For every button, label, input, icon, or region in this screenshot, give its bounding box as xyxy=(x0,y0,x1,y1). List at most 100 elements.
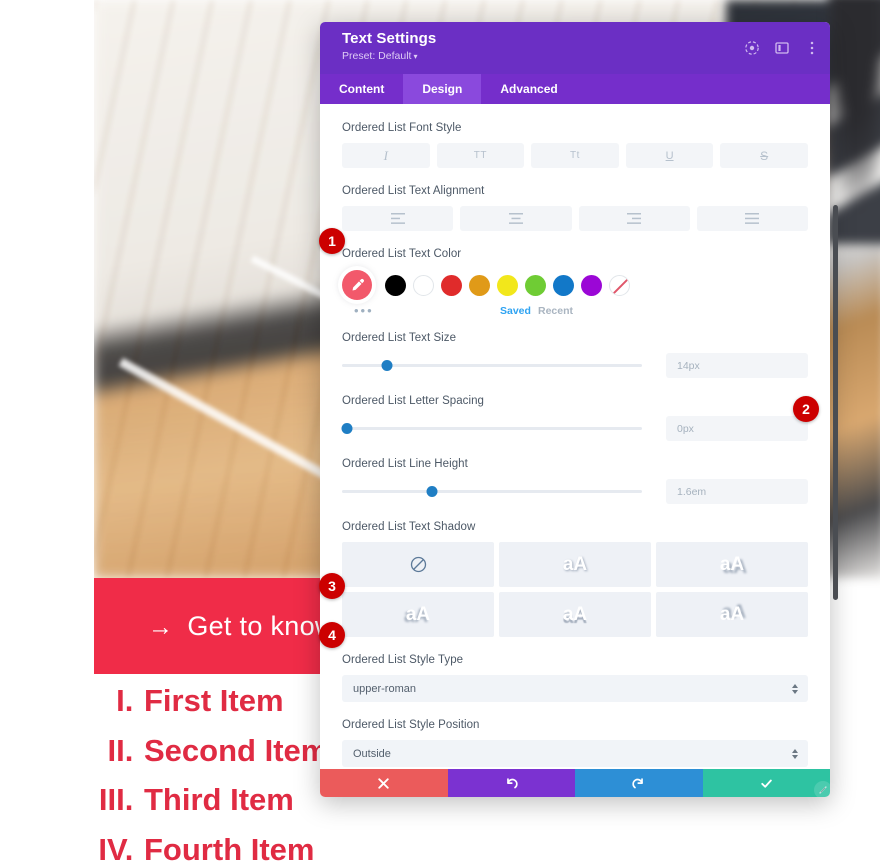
letter-spacing-input[interactable]: 0px xyxy=(666,416,808,441)
step-badge-3: 3 xyxy=(319,573,345,599)
uppercase-button[interactable]: TT xyxy=(436,143,525,168)
select-arrows-icon xyxy=(792,748,798,759)
capitalize-button[interactable]: Tt xyxy=(531,143,619,168)
field-label: Ordered List Style Position xyxy=(342,719,480,731)
responsive-preview-icon[interactable] xyxy=(744,40,760,56)
field-letter-spacing: Ordered List Letter Spacing 0px xyxy=(341,395,808,441)
checkmark-icon xyxy=(761,779,772,788)
slider-thumb[interactable] xyxy=(426,486,438,497)
redo-icon xyxy=(632,777,644,788)
color-subrow: ••• Saved Recent xyxy=(342,303,808,319)
modal-tabs: Content Design Advanced xyxy=(320,74,830,104)
modal-resize-handle[interactable] xyxy=(814,781,830,797)
align-right-button[interactable] xyxy=(578,206,690,231)
field-text-color: Ordered List Text Color ••• Saved Recent xyxy=(342,248,808,319)
layout-columns-icon[interactable] xyxy=(774,40,790,56)
modal-header-icons xyxy=(744,40,820,56)
tab-content[interactable]: Content xyxy=(320,74,403,104)
list-item: Fourth Item xyxy=(142,825,514,863)
recent-colors-tab[interactable]: Recent xyxy=(538,305,573,317)
field-label: Ordered List Style Type xyxy=(342,654,464,666)
align-justify-icon xyxy=(745,213,760,224)
tab-design[interactable]: Design xyxy=(403,74,482,104)
swatch-transparent[interactable] xyxy=(609,274,630,296)
field-label: Ordered List Text Alignment xyxy=(342,185,485,197)
more-colors-button[interactable]: ••• xyxy=(354,304,374,317)
step-badge-4: 4 xyxy=(319,622,345,648)
strikethrough-button[interactable]: S xyxy=(720,143,808,168)
field-label: Ordered List Letter Spacing xyxy=(342,395,484,407)
saved-colors-tab[interactable]: Saved xyxy=(500,305,531,317)
eyedropper-icon xyxy=(352,278,364,290)
modal-scrollbar[interactable] xyxy=(833,205,838,600)
text-shadow-option[interactable]: aA xyxy=(499,542,651,587)
slider-track xyxy=(342,427,642,430)
italic-button[interactable]: I xyxy=(342,143,430,168)
text-alignment-buttons xyxy=(342,206,808,231)
modal-body: Ordered List Font Style I TT Tt U S Orde… xyxy=(320,104,830,769)
style-type-value: upper-roman xyxy=(353,682,416,695)
redo-button[interactable] xyxy=(575,769,703,797)
line-height-row: 1.6em xyxy=(342,479,808,504)
text-shadow-none-option[interactable] xyxy=(342,542,494,587)
style-type-select[interactable]: upper-roman xyxy=(342,675,808,702)
slider-track xyxy=(342,490,642,493)
field-style-position: Ordered List Style Position Outside xyxy=(342,719,808,767)
text-shadow-option[interactable]: aA xyxy=(342,592,494,637)
arrow-right-icon: → xyxy=(148,612,174,641)
field-label: Ordered List Text Color xyxy=(342,248,462,260)
modal-action-bar xyxy=(320,769,830,797)
field-text-shadow: Ordered List Text Shadow aA aA aA aA aA xyxy=(342,521,808,637)
resize-diagonal-icon xyxy=(819,786,827,794)
swatch-black[interactable] xyxy=(385,274,406,296)
text-shadow-option[interactable]: aA xyxy=(656,592,808,637)
align-left-icon xyxy=(390,213,405,224)
field-label: Ordered List Font Style xyxy=(342,122,462,134)
field-font-style: Ordered List Font Style I TT Tt U S xyxy=(342,122,808,168)
color-picker-button[interactable] xyxy=(342,270,372,300)
field-label: Ordered List Text Size xyxy=(342,332,457,344)
text-shadow-option[interactable]: aA xyxy=(499,592,651,637)
align-left-button[interactable] xyxy=(342,206,454,231)
chevron-down-icon: ▾ xyxy=(413,52,418,61)
swatch-red[interactable] xyxy=(441,274,462,296)
swatch-yellow[interactable] xyxy=(497,274,518,296)
text-size-slider[interactable] xyxy=(342,358,642,374)
align-center-icon xyxy=(508,213,523,224)
save-button[interactable] xyxy=(702,769,830,797)
field-line-height: Ordered List Line Height 1.6em xyxy=(342,458,808,504)
letter-spacing-slider[interactable] xyxy=(341,421,642,437)
swatch-white[interactable] xyxy=(413,274,434,296)
no-shadow-icon xyxy=(410,556,426,573)
kebab-menu-icon[interactable] xyxy=(804,40,820,56)
undo-button[interactable] xyxy=(447,769,575,797)
swatch-blue[interactable] xyxy=(553,274,574,296)
font-style-buttons: I TT Tt U S xyxy=(342,143,808,168)
swatch-purple[interactable] xyxy=(581,274,602,296)
text-shadow-options: aA aA aA aA aA xyxy=(342,542,808,637)
text-size-row: 14px xyxy=(342,353,808,378)
step-badge-2: 2 xyxy=(793,396,819,422)
select-arrows-icon xyxy=(792,683,798,694)
line-height-input[interactable]: 1.6em xyxy=(666,479,808,504)
cancel-button[interactable] xyxy=(320,769,448,797)
field-label: Ordered List Text Shadow xyxy=(342,521,476,533)
style-position-select[interactable]: Outside xyxy=(342,740,808,767)
align-justify-button[interactable] xyxy=(696,206,808,231)
align-center-button[interactable] xyxy=(460,206,572,231)
swatch-orange[interactable] xyxy=(469,274,490,296)
text-shadow-option[interactable]: aA xyxy=(656,542,808,587)
text-size-input[interactable]: 14px xyxy=(666,353,808,378)
field-label: Ordered List Line Height xyxy=(342,458,468,470)
swatch-green[interactable] xyxy=(525,274,546,296)
step-badge-1: 1 xyxy=(319,228,345,254)
field-style-type: Ordered List Style Type upper-roman xyxy=(342,654,808,702)
text-settings-modal: Text Settings Preset: Default ▾ Content D… xyxy=(320,22,838,797)
close-icon xyxy=(378,777,389,789)
underline-button[interactable]: U xyxy=(625,143,714,168)
field-text-size: Ordered List Text Size 14px xyxy=(342,332,808,378)
slider-thumb[interactable] xyxy=(381,360,393,371)
slider-thumb[interactable] xyxy=(341,423,352,434)
line-height-slider[interactable] xyxy=(342,484,642,500)
tab-advanced[interactable]: Advanced xyxy=(481,74,576,104)
